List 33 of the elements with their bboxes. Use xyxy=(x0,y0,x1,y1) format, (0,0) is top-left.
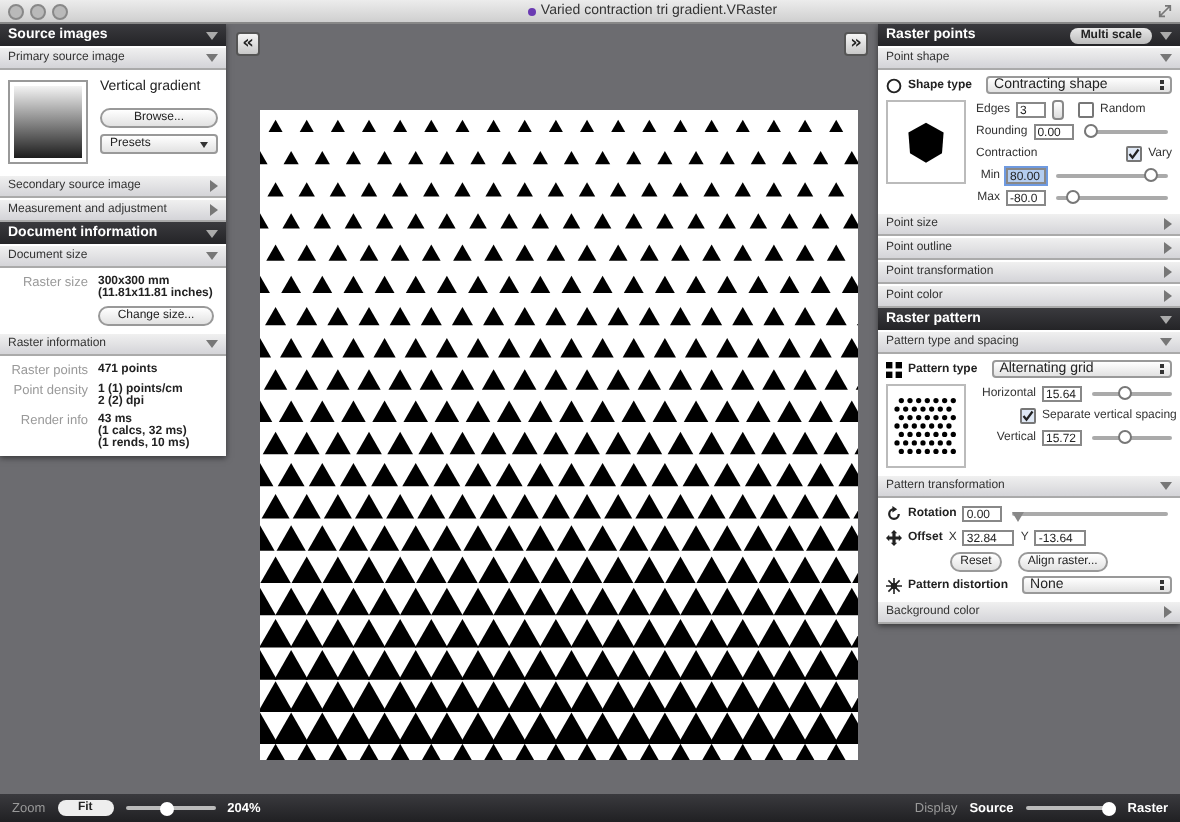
slider-thumb[interactable] xyxy=(1118,386,1133,400)
disclosure-icon[interactable] xyxy=(206,252,218,260)
grid-icon xyxy=(886,361,902,377)
vary-checkbox[interactable] xyxy=(1126,145,1143,161)
hexagon-icon xyxy=(902,118,950,166)
close-icon[interactable] xyxy=(8,3,24,19)
zoom-icon[interactable] xyxy=(52,3,68,19)
slider-thumb[interactable] xyxy=(1065,190,1080,204)
slider-thumb[interactable] xyxy=(1144,168,1159,182)
slider-thumb[interactable] xyxy=(1118,430,1133,444)
disclosure-icon[interactable] xyxy=(206,54,218,62)
disclosure-icon[interactable] xyxy=(1160,338,1172,346)
rotate-icon xyxy=(886,505,902,521)
collapse-right-button[interactable]: » xyxy=(844,32,868,56)
disclosure-icon[interactable] xyxy=(206,340,218,348)
disclosure-icon[interactable] xyxy=(1160,54,1172,62)
stepper-icon[interactable] xyxy=(1052,99,1065,119)
move-icon xyxy=(886,529,902,545)
slider-thumb[interactable] xyxy=(1101,801,1116,815)
distortion-icon xyxy=(886,577,902,593)
random-checkbox[interactable] xyxy=(1078,101,1095,117)
document-icon xyxy=(528,7,537,15)
disclosure-icon[interactable] xyxy=(1160,482,1172,490)
separate-spacing-checkbox[interactable] xyxy=(1020,407,1036,423)
minimize-icon[interactable] xyxy=(30,3,46,19)
circle-icon xyxy=(886,77,902,93)
fullscreen-icon[interactable] xyxy=(1158,4,1172,18)
slider-thumb[interactable] xyxy=(1083,124,1098,138)
disclosure-icon[interactable] xyxy=(1164,606,1172,618)
caret-icon xyxy=(200,141,208,147)
gradient-thumbnail xyxy=(8,80,88,164)
slider-thumb[interactable] xyxy=(159,801,174,815)
collapse-left-button[interactable]: « xyxy=(236,32,260,56)
